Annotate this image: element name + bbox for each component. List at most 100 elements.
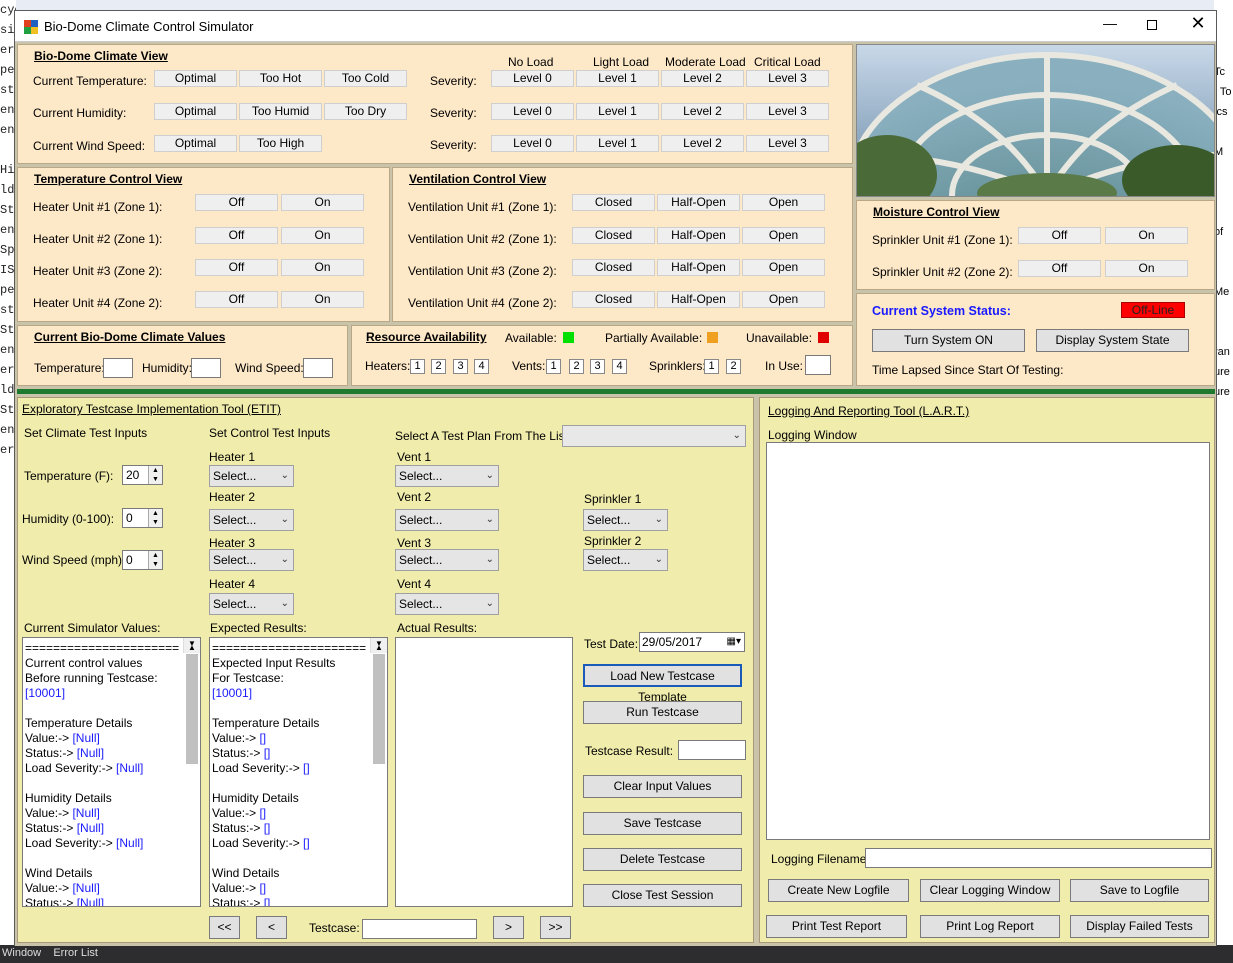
title-bar[interactable]: Bio-Dome Climate Control Simulator — ✕ [15,11,1216,42]
logging-filename-field[interactable] [865,848,1212,868]
vent-4-select[interactable]: Select... ⌄ [395,593,499,615]
text-line-label: Current control values [25,656,143,670]
wind-value-label: Wind Speed: [235,361,304,375]
humidity-value-label: Humidity: [142,361,193,375]
spin-arrows-icon[interactable]: ▲ ▼ [148,551,162,569]
vent-1-select[interactable]: Select... ⌄ [395,465,499,487]
turn-system-on-button[interactable]: Turn System ON [872,329,1025,352]
chevron-down-icon[interactable]: ▼ [188,638,196,651]
temperature-stepper[interactable]: 20 ▲ ▼ [122,465,163,485]
scrollbar-thumb[interactable] [373,654,385,764]
text-line: Value:-> [Null] [25,731,198,746]
heater-3-select[interactable]: Select... ⌄ [209,549,294,571]
text-line: Value:-> [Null] [25,806,198,821]
test-plan-select[interactable]: ⌄ [562,425,746,447]
climate-view-header: Bio-Dome Climate View [34,49,168,63]
run-testcase-button[interactable]: Run Testcase [583,701,742,724]
create-logfile-button[interactable]: Create New Logfile [768,879,909,902]
ventilation-control-header: Ventilation Control View [409,172,547,186]
save-testcase-button[interactable]: Save Testcase [583,812,742,835]
clear-logging-window-button[interactable]: Clear Logging Window [920,879,1060,902]
text-line-label: Status:-> [25,746,74,760]
heater-4-select[interactable]: Select... ⌄ [209,593,294,615]
text-line-label: Status:-> [25,821,74,835]
text-line-value: [] [299,836,310,850]
scrollbar[interactable]: ▲ ▼ [370,638,387,764]
heater-1-select-value: Select... [213,469,257,483]
vent-3-select[interactable]: Select... ⌄ [395,549,499,571]
scrollbar[interactable]: ▲ ▼ [183,638,200,764]
unavailable-legend-swatch [818,332,829,343]
delete-testcase-button[interactable]: Delete Testcase [583,848,742,871]
maximize-icon[interactable] [1138,15,1168,37]
display-failed-tests-button[interactable]: Display Failed Tests [1070,915,1209,938]
heater-1-select[interactable]: Select... ⌄ [209,465,294,487]
sprinkler-1-select[interactable]: Select... ⌄ [583,509,668,531]
climate-values-panel: Current Bio-Dome Climate Values Temperat… [17,325,348,386]
etit-panel: Exploratory Testcase Implementation Tool… [17,397,754,943]
last-testcase-button[interactable]: >> [540,916,571,939]
text-line: Wind Details [25,866,198,881]
clear-input-values-button[interactable]: Clear Input Values [583,775,742,798]
print-log-report-button[interactable]: Print Log Report [920,915,1060,938]
chevron-down-icon: ⌄ [485,514,494,525]
partial-legend-swatch [707,332,718,343]
text-line-value: [] [256,731,267,745]
temp-level-3: Level 3 [746,70,829,87]
prev-testcase-button[interactable]: < [256,916,287,939]
heater-2-label: Heater Unit #2 (Zone 1): [33,232,163,246]
next-testcase-button[interactable]: > [493,916,524,939]
heater-1-off: Off [195,194,278,211]
sprinkler-resource-2: 2 [726,359,741,374]
text-line-value: [] [260,746,271,760]
chevron-down-icon: ⌄ [485,598,494,609]
text-line: Wind Details [212,866,385,881]
resource-availability-header: Resource Availability [366,330,487,344]
logging-window-textbox[interactable] [766,442,1210,840]
text-line [212,851,385,866]
current-values-textbox[interactable]: ====================== Current control va… [22,637,201,907]
calendar-icon[interactable]: ▦▾ [727,633,741,651]
text-line-label: Load Severity:-> [25,836,113,850]
wind-stepper[interactable]: 0 ▲ ▼ [122,550,163,570]
close-test-session-button[interactable]: Close Test Session [583,884,742,907]
sprinkler-2-select[interactable]: Select... ⌄ [583,549,668,571]
wind-optimal-indicator: Optimal [154,135,237,152]
text-line-label: [10001] [25,686,66,700]
chevron-down-icon[interactable]: ▼ [375,638,383,651]
testcase-id-field[interactable] [362,919,477,939]
vent-2-open: Open [742,227,825,244]
spin-arrows-icon[interactable]: ▲ ▼ [148,466,162,484]
in-use-field [805,355,831,375]
heater-resource-3: 3 [453,359,468,374]
vent-2-select[interactable]: Select... ⌄ [395,509,499,531]
print-test-report-button[interactable]: Print Test Report [766,915,907,938]
system-status-panel: Current System Status: Off-Line Turn Sys… [856,293,1215,386]
minimize-icon[interactable]: — [1095,15,1125,37]
text-line-value: [Null] [73,821,105,835]
testcase-result-field[interactable] [678,740,746,760]
client-area: Bio-Dome Climate View No Load Light Load… [15,42,1216,946]
save-to-logfile-button[interactable]: Save to Logfile [1070,879,1209,902]
chevron-down-icon: ⌄ [654,554,663,565]
text-line: Humidity Details [212,791,385,806]
actual-results-textbox[interactable] [395,637,573,907]
text-line: Load Severity:-> [] [212,761,385,776]
humidity-stepper[interactable]: 0 ▲ ▼ [122,508,163,528]
text-line-value: [Null] [73,896,105,907]
test-date-picker[interactable]: 29/05/2017 ▦▾ [639,632,745,652]
text-line-label: Temperature Details [212,716,320,730]
text-line-label: Humidity Details [25,791,112,805]
display-system-state-button[interactable]: Display System State [1036,329,1189,352]
first-testcase-button[interactable]: << [209,916,240,939]
spin-arrows-icon[interactable]: ▲ ▼ [148,509,162,527]
expected-results-textbox[interactable]: ====================== Expected Input Res… [209,637,388,907]
scrollbar-thumb[interactable] [186,654,198,764]
load-template-button[interactable]: Load New Testcase Template [583,664,742,704]
wind-level-2: Level 2 [661,135,744,152]
heater-2-select[interactable]: Select... ⌄ [209,509,294,531]
humidity-level-0: Level 0 [491,103,574,120]
close-icon[interactable]: ✕ [1183,13,1213,35]
text-line: Status:-> [Null] [25,746,198,761]
sprinkler-2-on: On [1105,260,1188,277]
